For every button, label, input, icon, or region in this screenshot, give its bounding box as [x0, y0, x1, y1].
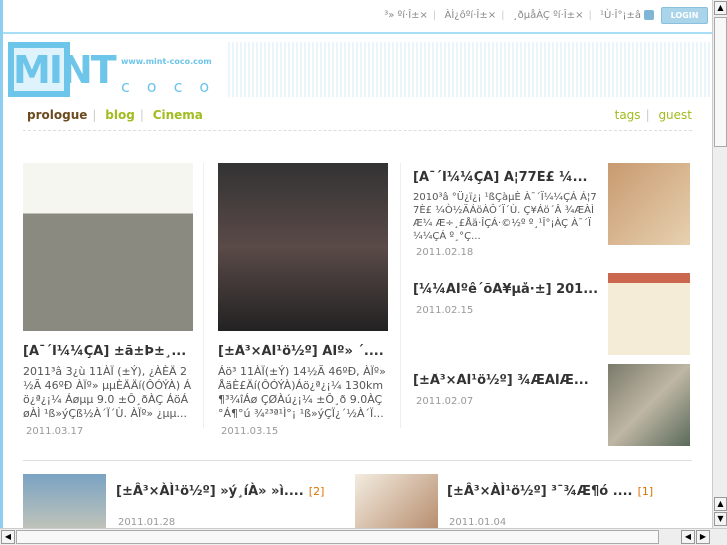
post-thumbnail[interactable] [355, 474, 438, 528]
scroll-left-icon[interactable]: ◀ [681, 530, 695, 544]
post-title[interactable]: [±Â³×ÀÌ¹ö½º] ³¯¾Æ¶ó .... [447, 484, 633, 499]
nav-cinema[interactable]: Cinema [153, 108, 203, 122]
post-title[interactable]: [±Â³×ÀÌ¹ö½º] »ý¸íÀ» »ì.... [116, 484, 304, 499]
secondary-nav: tags | guest [614, 108, 692, 122]
post-title[interactable]: [±Â³×ÀÌ¹ö½º] ÀÏº» ´.... [218, 344, 388, 359]
post-thumbnail[interactable] [608, 364, 690, 446]
shortcut-link[interactable]: ¹Ù·Î°¡±â [600, 10, 641, 21]
divider [23, 130, 692, 131]
top-bar: ³» ºí·Î±× | ÀÌ¿ôºí·Î±× | ¸ðµåÀÇ ºí·Î±× | ¹Ù… [3, 0, 712, 34]
post-thumbnail[interactable] [218, 163, 388, 331]
post-date: 2011.03.15 [221, 426, 279, 437]
post-thumbnail[interactable] [23, 474, 106, 528]
logo-url: www.mint-coco.com [121, 57, 212, 66]
post-date: 2011.02.07 [416, 396, 474, 407]
list-item[interactable]: [±Â³×ÀÌ¹ö½º] »ý¸íÀ» »ì.... [2] [116, 480, 324, 499]
post-card[interactable]: [À¯´Ï¼¼ÇÁ] ±ã±Þ±¸... 2011³â 3¿ù 11ÀÏ (±Ý… [23, 163, 193, 437]
post-title[interactable]: [¼¼ÀÌºê´õÄ¥µå·±] 201... [413, 282, 598, 297]
logo-sub: coco [121, 77, 227, 96]
post-date: 2011.02.18 [416, 247, 474, 258]
post-excerpt: 2010³â °Ü¿ï¿¡ ¹ßÇàµÈ À¯´Ï¼¼ÇÁ Á¦77È£ ¼Ò½… [413, 192, 597, 242]
header-pattern [228, 42, 712, 97]
comment-count[interactable]: [2] [309, 485, 325, 498]
vertical-scrollbar[interactable]: ▲ ▲ ▼ [712, 0, 727, 528]
post-title[interactable]: [À¯´Ï¼¼ÇÁ] ±ã±Þ±¸... [23, 344, 193, 359]
horizontal-scrollbar[interactable]: ◀ ◀ ▶ [0, 528, 727, 545]
post-excerpt: Áö³­ 11ÀÏ(±Ý) 14½Ã 46ºÐ, ÀÏº» ÅäÈ£Äí(ÔÓÝ… [218, 365, 386, 420]
nav-blog[interactable]: blog [105, 108, 135, 122]
scroll-thumb[interactable] [16, 530, 659, 544]
main-nav: prologue | blog | Cinema [27, 108, 203, 122]
scroll-thumb[interactable] [714, 17, 727, 147]
post-excerpt: 2011³â 3¿ù 11ÀÏ (±Ý), ¿ÀÈÄ 2½Ã 46ºÐ ÀÏº»… [23, 365, 192, 420]
logo-mark[interactable]: MINT [13, 48, 117, 92]
scroll-left-icon[interactable]: ◀ [1, 530, 15, 544]
all-blogs-link[interactable]: ¸ðµåÀÇ ºí·Î±× [513, 10, 584, 21]
post-thumbnail[interactable] [23, 163, 193, 331]
divider [23, 460, 692, 461]
post-date: 2011.02.15 [416, 305, 474, 316]
scroll-up-icon[interactable]: ▲ [714, 1, 727, 15]
post-title[interactable]: [±Â³×ÀÌ¹ö½º] ¾ÆÀÌÆ... [413, 373, 598, 388]
post-date: 2011.03.17 [26, 426, 84, 437]
nav-guest[interactable]: guest [658, 108, 692, 122]
post-thumbnail[interactable] [608, 273, 690, 355]
comment-count[interactable]: [1] [638, 485, 654, 498]
list-item[interactable]: [±Â³×ÀÌ¹ö½º] ¾ÆÀÌÆ... 2011.02.07 [413, 373, 598, 407]
list-item[interactable]: [¼¼ÀÌºê´õÄ¥µå·±] 201... 2011.02.15 [413, 282, 598, 316]
dropdown-icon[interactable] [644, 10, 654, 20]
list-item[interactable]: [±Â³×ÀÌ¹ö½º] ³¯¾Æ¶ó .... [1] [447, 480, 653, 499]
post-card[interactable]: [±Â³×ÀÌ¹ö½º] ÀÏº» ´.... Áö³­ 11ÀÏ(±Ý) 14… [218, 163, 388, 437]
post-title[interactable]: [À¯´Ï¼¼ÇÁ] Á¦77È£ ¼... [413, 170, 598, 185]
my-blog-link[interactable]: ³» ºí·Î±× [384, 10, 428, 21]
nav-tags[interactable]: tags [615, 108, 641, 122]
top-links: ³» ºí·Î±× | ÀÌ¿ôºí·Î±× | ¸ðµåÀÇ ºí·Î±× | ¹Ù… [384, 10, 654, 21]
page: ³» ºí·Î±× | ÀÌ¿ôºí·Î±× | ¸ðµåÀÇ ºí·Î±× | ¹Ù… [0, 0, 712, 528]
nav-prologue[interactable]: prologue [27, 108, 87, 122]
divider [400, 163, 401, 428]
scroll-right-icon[interactable]: ▶ [696, 530, 710, 544]
scroll-up-icon[interactable]: ▲ [714, 497, 727, 511]
list-item[interactable]: [À¯´Ï¼¼ÇÁ] Á¦77È£ ¼... 2010³â °Ü¿ï¿¡ ¹ßÇ… [413, 170, 598, 258]
login-button[interactable]: LOGIN [661, 7, 708, 24]
post-date: 2011.01.28 [118, 517, 176, 528]
post-date: 2011.01.04 [449, 517, 507, 528]
neighbor-blog-link[interactable]: ÀÌ¿ôºí·Î±× [444, 10, 496, 21]
divider [203, 163, 204, 428]
post-thumbnail[interactable] [608, 163, 690, 245]
scroll-down-icon[interactable]: ▼ [714, 512, 727, 526]
